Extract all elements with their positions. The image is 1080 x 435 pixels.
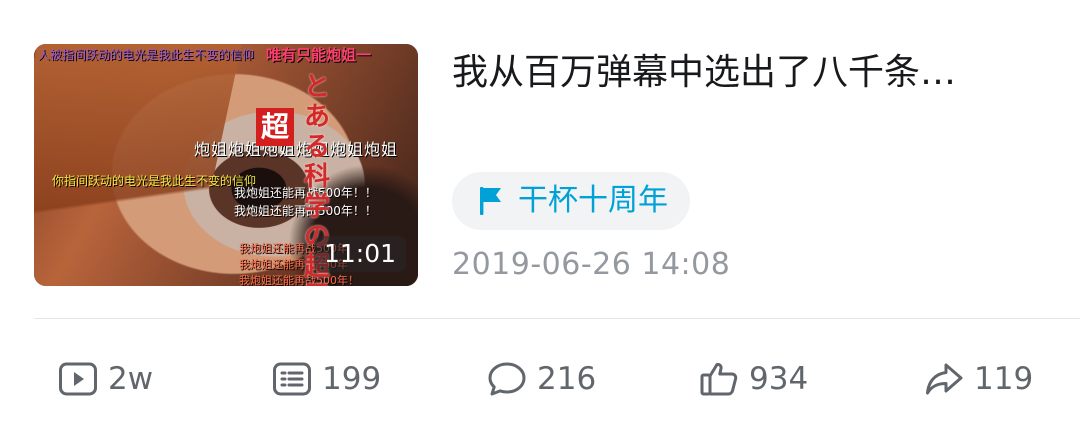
publish-date: 2019-06-26 14:08: [452, 247, 731, 282]
view-count-value: 2w: [108, 361, 154, 397]
share-button[interactable]: 119: [924, 352, 1033, 406]
danmaku-count-value: 199: [322, 361, 382, 397]
video-thumbnail[interactable]: 人被指间跃动的电光是我此生不变的信仰 唯有只能炮姐一 炮姐炮姐炮姐炮姐炮姐炮姐 …: [34, 44, 418, 286]
danmaku-text: 人被指间跃动的电光是我此生不变的信仰: [38, 48, 255, 62]
video-title[interactable]: 我从百万弹幕中选出了八千条…: [452, 48, 1052, 98]
duration-badge: 11:01: [313, 236, 406, 272]
topic-tag-label: 干杯十周年: [518, 183, 668, 218]
topic-tag[interactable]: 干杯十周年: [452, 172, 690, 230]
like-button[interactable]: 934: [699, 352, 808, 406]
divider: [34, 318, 1080, 319]
play-icon: [59, 362, 97, 396]
flag-icon: [480, 187, 501, 215]
share-count-value: 119: [974, 361, 1034, 397]
thumbnail-badge: 超: [256, 108, 294, 146]
like-count-value: 934: [749, 361, 809, 397]
danmaku-icon: [273, 362, 311, 396]
comment-button[interactable]: 216: [487, 352, 596, 406]
comment-icon: [488, 362, 526, 396]
danmaku-text: 唯有只能炮姐一: [266, 46, 372, 64]
danmaku-text: 炮姐炮姐炮姐炮姐炮姐炮姐: [194, 140, 399, 159]
danmaku-text: 我炮姐还能再战500年！: [239, 274, 359, 286]
comment-count-value: 216: [537, 361, 597, 397]
video-card[interactable]: 人被指间跃动的电光是我此生不变的信仰 唯有只能炮姐一 炮姐炮姐炮姐炮姐炮姐炮姐 …: [0, 0, 1080, 435]
view-count: 2w: [58, 352, 153, 406]
share-icon: [926, 363, 963, 395]
stats-bar: 2w 199 216 934 119: [0, 352, 1080, 406]
thumbs-up-icon: [700, 362, 738, 396]
danmaku-count: 199: [272, 352, 381, 406]
danmaku-text: 你指间跃动的电光是我此生不变的信仰: [52, 174, 257, 188]
